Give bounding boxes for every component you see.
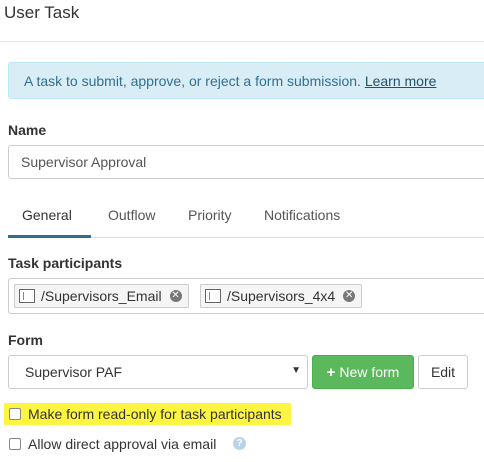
participant-chip: /Supervisors_4x4 ✕ <box>200 284 363 308</box>
form-select-value: Supervisor PAF <box>25 364 122 380</box>
plus-icon: + <box>326 363 336 381</box>
learn-more-link[interactable]: Learn more <box>365 73 437 89</box>
remove-chip-icon[interactable]: ✕ <box>343 290 356 302</box>
chevron-down-icon: ▼ <box>291 365 301 376</box>
edit-form-button[interactable]: Edit <box>418 355 468 389</box>
name-label: Name <box>8 122 47 138</box>
form-select[interactable]: Supervisor PAF ▼ <box>8 355 308 389</box>
form-label: Form <box>8 332 43 348</box>
info-alert-text: A task to submit, approve, or reject a f… <box>24 73 436 89</box>
participant-chip-label: /Supervisors_Email <box>41 288 162 304</box>
name-input[interactable] <box>8 145 484 179</box>
header-divider <box>0 41 484 42</box>
tab-priority[interactable]: Priority <box>188 199 232 237</box>
text-field-icon <box>19 289 35 303</box>
new-form-button[interactable]: + New form <box>312 355 414 389</box>
direct-approval-checkbox-label: Allow direct approval via email <box>28 436 217 452</box>
participant-chip: /Supervisors_Email ✕ <box>14 284 189 308</box>
participants-label: Task participants <box>8 255 123 271</box>
participant-chip-label: /Supervisors_4x4 <box>227 288 336 304</box>
readonly-checkbox[interactable] <box>9 408 21 420</box>
active-tab-indicator <box>8 235 91 238</box>
tab-general[interactable]: General <box>22 199 72 237</box>
info-text: A task to submit, approve, or reject a f… <box>24 73 361 89</box>
remove-chip-icon[interactable]: ✕ <box>169 290 182 302</box>
new-form-label: New form <box>339 364 400 380</box>
direct-approval-checkbox[interactable] <box>9 438 21 450</box>
tab-notifications[interactable]: Notifications <box>264 199 340 237</box>
readonly-checkbox-label: Make form read-only for task participant… <box>28 406 282 422</box>
page-title: User Task <box>4 3 80 22</box>
tab-outflow[interactable]: Outflow <box>108 199 155 237</box>
text-field-icon <box>205 289 221 303</box>
help-icon[interactable]: ? <box>233 437 246 450</box>
